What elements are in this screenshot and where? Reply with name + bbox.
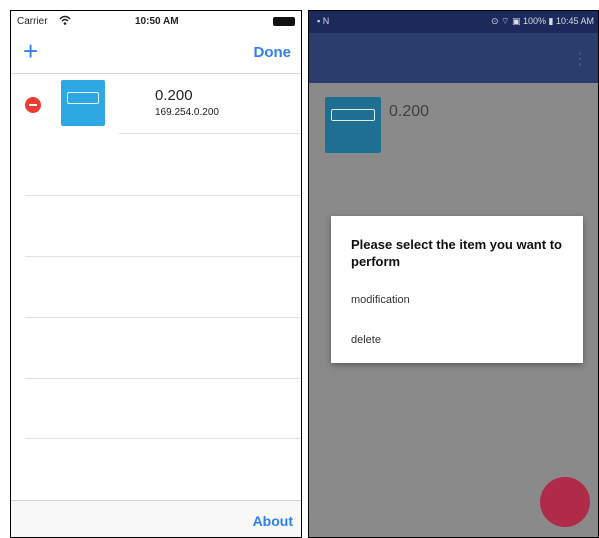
ios-screen: Carrier 10:50 AM + Done 0.200 169.254.0.… (10, 10, 302, 538)
modification-option[interactable]: modification (351, 294, 410, 306)
device-name[interactable]: 0.200 (389, 103, 429, 121)
about-button[interactable]: About (253, 513, 293, 529)
dialog-title: Please select the item you want to perfo… (351, 237, 562, 269)
android-status-bar: ▪ N ⊙ ⌔ ▣ 100% ▮ 10:45 AM (309, 11, 598, 33)
row-divider (25, 378, 301, 379)
notification-icons: ▪ N (317, 16, 330, 26)
ios-navigation-bar: + Done (11, 33, 301, 74)
router-icon (331, 109, 375, 121)
done-button[interactable]: Done (254, 44, 292, 61)
row-divider (25, 195, 301, 196)
android-app-bar: ⋮ (309, 33, 598, 83)
battery-icon (273, 17, 295, 26)
row-divider (25, 256, 301, 257)
fab-button[interactable] (540, 477, 590, 527)
device-thumbnail[interactable] (325, 97, 381, 153)
device-name: 0.200 (155, 87, 193, 104)
device-ip: 169.254.0.200 (155, 107, 219, 118)
row-divider (25, 317, 301, 318)
router-icon (67, 92, 99, 104)
row-divider (25, 438, 301, 439)
ios-bottom-toolbar: About (11, 500, 301, 537)
delete-minus-icon[interactable] (25, 97, 41, 113)
device-list-item[interactable]: 0.200 169.254.0.200 (11, 74, 301, 134)
action-dialog: Please select the item you want to perfo… (331, 216, 583, 363)
android-screen: ▪ N ⊙ ⌔ ▣ 100% ▮ 10:45 AM ⋮ 0.200 Please… (308, 10, 599, 538)
status-time: 10:50 AM (135, 16, 179, 27)
add-button[interactable]: + (23, 37, 38, 65)
row-divider (119, 133, 301, 134)
device-thumbnail (61, 80, 105, 126)
wifi-icon (59, 14, 71, 29)
carrier-label: Carrier (17, 16, 48, 27)
more-menu-icon[interactable]: ⋮ (572, 49, 588, 69)
delete-option[interactable]: delete (351, 334, 381, 346)
ios-status-bar: Carrier 10:50 AM (11, 11, 301, 33)
status-info: ⊙ ⌔ ▣ 100% ▮ 10:45 AM (490, 16, 594, 26)
